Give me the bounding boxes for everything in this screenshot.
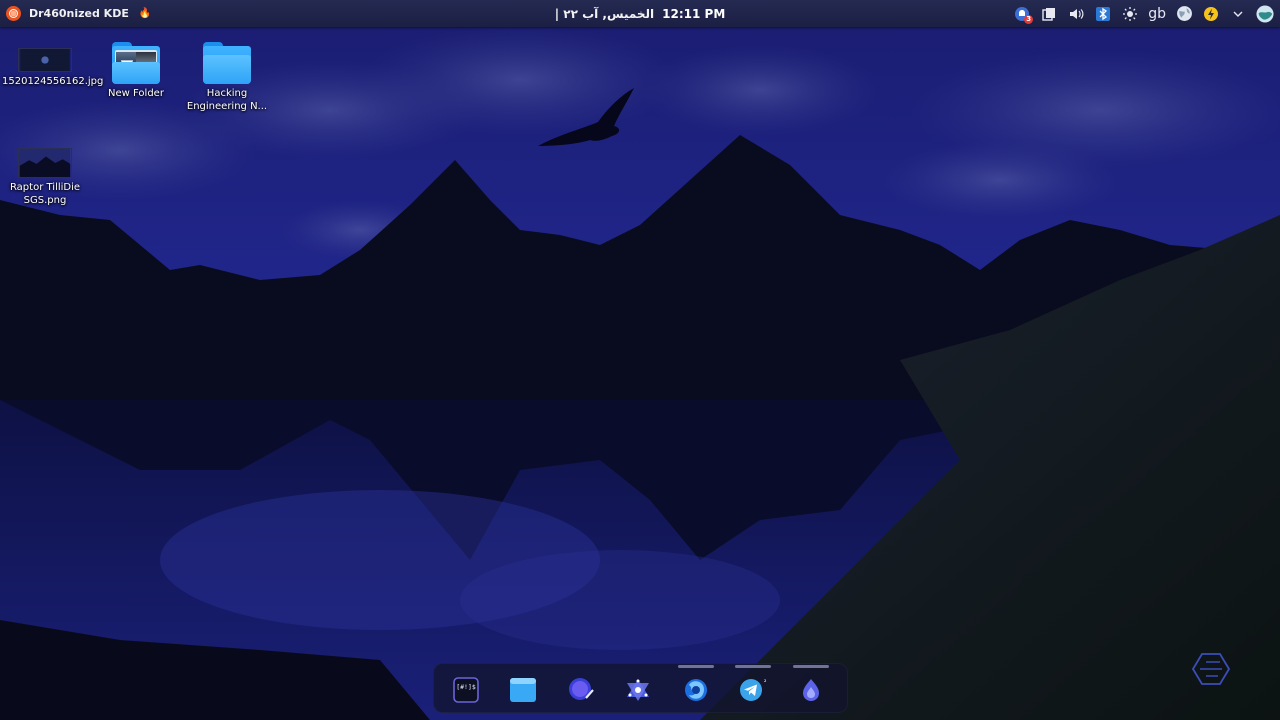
file-manager-icon — [510, 678, 536, 702]
desktop-icon-label: Raptor TilliDie SGS.png — [9, 182, 81, 206]
flame-icon: 🔥 — [138, 8, 152, 19]
power-profile-icon[interactable] — [1202, 5, 1220, 23]
chevron-down-icon[interactable] — [1229, 5, 1247, 23]
dock-file-manager[interactable] — [509, 676, 537, 704]
clock-time[interactable]: 12:11 PM — [662, 7, 725, 21]
application-launcher[interactable]: Dr460nized KDE 🔥 — [6, 0, 151, 27]
svg-text:[#!]$: [#!]$ — [456, 683, 476, 691]
system-tray: 3 gb — [1013, 0, 1274, 27]
dock: [#!]$ ² — [433, 663, 848, 713]
bluetooth-icon[interactable] — [1094, 5, 1112, 23]
browser-app-icon — [569, 678, 594, 700]
folder-icon — [112, 42, 160, 84]
telegram-icon: ² — [740, 679, 767, 701]
folder-icon — [203, 42, 251, 84]
desktop-icon-label: Hacking Engineering N... — [186, 88, 268, 112]
clipboard-icon[interactable] — [1040, 5, 1058, 23]
volume-icon[interactable] — [1067, 5, 1085, 23]
desktop-folder-new-folder[interactable]: New Folder — [91, 42, 181, 100]
launcher-label[interactable]: Dr460nized KDE — [29, 7, 129, 20]
desktop-icon-label: 1520124556162.jpg — [2, 76, 104, 87]
desktop-folder-hacking-engineering[interactable]: Hacking Engineering N... — [182, 42, 272, 113]
dock-garuda-app[interactable] — [793, 665, 829, 704]
running-indicator — [678, 665, 714, 668]
dock-telegram[interactable]: ² — [735, 665, 771, 704]
notifications-icon[interactable]: 3 — [1013, 5, 1034, 24]
image-thumbnail-icon — [18, 148, 72, 178]
image-thumbnail-icon — [18, 48, 72, 72]
terminal-icon: [#!]$ — [453, 677, 479, 703]
desktop-file-1520124556162[interactable]: 1520124556162.jpg — [0, 48, 104, 88]
dock-kde-connect[interactable] — [624, 676, 652, 704]
desktop-file-raptor-tillidie[interactable]: Raptor TilliDie SGS.png — [0, 148, 90, 207]
dock-firefox[interactable] — [678, 665, 714, 704]
garuda-corner-logo-icon — [1192, 653, 1230, 685]
notification-count-badge: 3 — [1024, 14, 1034, 24]
running-indicator — [793, 665, 829, 668]
firefox-icon — [685, 679, 707, 701]
running-indicator — [735, 665, 771, 668]
kde-connect-icon — [627, 679, 649, 701]
svg-text:²: ² — [764, 679, 767, 686]
dock-browser-app[interactable] — [567, 676, 595, 704]
dock-terminal[interactable]: [#!]$ — [452, 676, 480, 704]
network-globe-icon[interactable] — [1175, 5, 1193, 23]
desktop-icon-label: New Folder — [108, 88, 164, 99]
garuda-app-icon — [803, 679, 819, 701]
launcher-logo-icon[interactable] — [6, 6, 21, 21]
clock-date[interactable]: الخميس, آب ٢٢ | — [555, 7, 654, 21]
user-avatar-icon[interactable] — [1256, 4, 1274, 23]
top-panel: Dr460nized KDE 🔥 الخميس, آب ٢٢ | 12:11 P… — [0, 0, 1280, 27]
brightness-icon[interactable] — [1121, 5, 1139, 23]
keyboard-layout-indicator[interactable]: gb — [1148, 6, 1166, 22]
